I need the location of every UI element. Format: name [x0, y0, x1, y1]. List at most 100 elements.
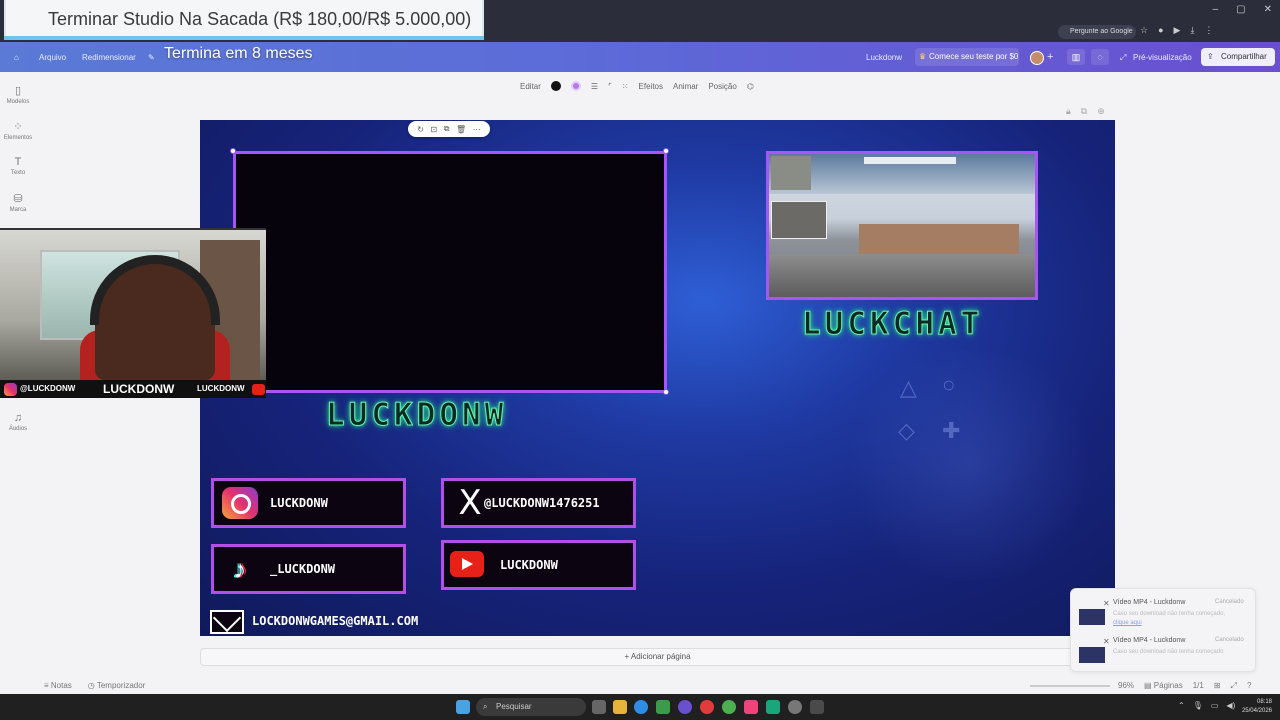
- taskbar-search[interactable]: ⌕ Pesquisar: [476, 698, 586, 716]
- rail-item-templates[interactable]: ▯ Modelos: [0, 84, 36, 105]
- trash-icon[interactable]: 🗑︎: [456, 125, 466, 134]
- app-icon[interactable]: [678, 700, 692, 714]
- goal-subtitle: Termina em 8 meses: [164, 45, 313, 62]
- menu-dots-icon[interactable]: ⋮: [1204, 25, 1213, 36]
- avatar[interactable]: [1030, 51, 1044, 65]
- webcam-ig-handle: @LUCKDONW: [20, 384, 76, 393]
- audio-icon: ♫: [13, 412, 23, 424]
- add-page-icon[interactable]: ⊕: [1097, 106, 1105, 117]
- notes-button[interactable]: ≡ Notas: [44, 681, 72, 690]
- instagram-card[interactable]: LUCKDONW: [211, 478, 406, 528]
- rail-item-elements[interactable]: ⁘ Elementos: [0, 120, 36, 141]
- add-collaborator-icon[interactable]: +: [1047, 51, 1053, 63]
- design-canvas[interactable]: △ ○ ◇ ✚ ↻ ⊡ ⧉ 🗑︎ ⋯ LUCKCHAT LUCKDONW LUC…: [200, 120, 1115, 636]
- retry-download-link[interactable]: clique aqui: [1113, 620, 1142, 626]
- maximize-icon[interactable]: ▢: [1236, 4, 1245, 15]
- streamer-name[interactable]: LUCKDONW: [325, 397, 507, 434]
- play-icon[interactable]: ▶: [1174, 25, 1181, 36]
- preview-button[interactable]: Pré-visualização: [1133, 53, 1192, 62]
- more-icon[interactable]: ⋯: [473, 125, 481, 134]
- rail-item-brand[interactable]: ⛁ Marca: [0, 192, 36, 213]
- animate-button[interactable]: Animar: [673, 82, 698, 91]
- home-icon[interactable]: ⌂: [14, 53, 19, 62]
- lock-icon[interactable]: ⊡: [431, 125, 438, 134]
- search-icon: ⌕: [483, 702, 488, 711]
- edit-pencil-icon[interactable]: ✎: [148, 53, 155, 62]
- extension-icon[interactable]: ●: [1158, 25, 1163, 36]
- resize-handle[interactable]: [663, 389, 669, 395]
- close-icon[interactable]: ✕: [1264, 4, 1272, 15]
- x-card[interactable]: X @LUCKDONW1476251: [441, 478, 636, 528]
- timer-button[interactable]: ◷ Temporizador: [88, 681, 146, 690]
- opera-icon[interactable]: [700, 700, 714, 714]
- rail-item-audio[interactable]: ♫ Áudios: [0, 412, 36, 432]
- insights-icon[interactable]: ▥: [1067, 49, 1085, 65]
- diamond-icon: ◇: [898, 418, 915, 443]
- zoom-level[interactable]: 96%: [1118, 681, 1134, 691]
- network-icon[interactable]: ▭: [1211, 701, 1219, 710]
- file-explorer-icon[interactable]: [613, 700, 627, 714]
- project-name[interactable]: Luckdonw: [866, 53, 902, 62]
- rotate-icon[interactable]: ↻: [417, 125, 424, 134]
- effects-button[interactable]: Efeitos: [639, 82, 663, 91]
- chat-title[interactable]: LUCKCHAT: [801, 306, 983, 343]
- music-icon[interactable]: [744, 700, 758, 714]
- corner-rounding-icon[interactable]: ⌜: [608, 82, 612, 91]
- volume-icon[interactable]: ◀): [1226, 701, 1235, 710]
- preview-icon[interactable]: ⤢: [1120, 53, 1126, 63]
- resize-handle[interactable]: [230, 148, 236, 154]
- tiktok-icon: ♪: [233, 554, 247, 584]
- zoom-slider[interactable]: [1030, 685, 1110, 687]
- pages-button[interactable]: ▤ Páginas: [1144, 681, 1183, 691]
- file-menu[interactable]: Arquivo: [39, 53, 66, 62]
- transparency-icon[interactable]: ⁙: [622, 82, 629, 91]
- resize-menu[interactable]: Redimensionar: [82, 53, 136, 62]
- share-button[interactable]: ⇪ Compartilhar: [1201, 48, 1275, 66]
- comment-icon[interactable]: ◌: [1091, 49, 1109, 65]
- close-icon[interactable]: ✕: [1103, 637, 1110, 646]
- close-icon[interactable]: ✕: [1103, 599, 1110, 608]
- resize-handle[interactable]: [663, 148, 669, 154]
- rail-item-text[interactable]: T Texto: [0, 156, 36, 176]
- border-style-icon[interactable]: ☰: [591, 82, 598, 91]
- copy-icon[interactable]: ⧉: [444, 124, 450, 134]
- task-view-icon[interactable]: [592, 700, 606, 714]
- start-icon[interactable]: [456, 700, 470, 714]
- webcam-name-bar: @LUCKDONW LUCKDONW LUCKDONW: [0, 380, 266, 398]
- download-status: Cancelado: [1215, 599, 1244, 605]
- edit-button[interactable]: Editar: [520, 82, 541, 91]
- position-button[interactable]: Posição: [708, 82, 736, 91]
- gameplay-preview-frame: [766, 151, 1038, 300]
- download-desc: Caso seu download não tenha começado: [1113, 649, 1224, 655]
- clock-time: 08:18: [1256, 699, 1272, 705]
- tiktok-card[interactable]: ♪ _LUCKDONW: [211, 544, 406, 594]
- color-swatch-black[interactable]: [550, 81, 561, 91]
- store-icon[interactable]: [656, 700, 670, 714]
- fullscreen-icon[interactable]: ⤢: [1231, 681, 1237, 691]
- edge-icon[interactable]: [634, 700, 648, 714]
- paint-format-icon[interactable]: ⌬: [747, 82, 754, 91]
- trial-button[interactable]: ♛ Comece seu teste por $0: [915, 48, 1019, 66]
- border-color-swatch[interactable]: [570, 81, 581, 91]
- settings-gear-icon[interactable]: [788, 700, 802, 714]
- bookmark-star-icon[interactable]: ☆: [1140, 25, 1148, 36]
- help-icon[interactable]: ?: [1247, 681, 1251, 691]
- app2-icon[interactable]: [766, 700, 780, 714]
- duplicate-page-icon[interactable]: ⧉: [1081, 106, 1087, 117]
- clock[interactable]: 08:18 25/04/2026: [1242, 698, 1272, 716]
- download-icon[interactable]: ⤓: [1190, 25, 1194, 36]
- minimize-icon[interactable]: –: [1213, 4, 1219, 15]
- text-icon: T: [14, 156, 22, 168]
- social-handle: LUCKDONW: [270, 496, 328, 510]
- grid-view-icon[interactable]: ⊞: [1214, 681, 1221, 691]
- add-page-button[interactable]: + Adicionar página: [200, 648, 1115, 666]
- chrome-icon[interactable]: [722, 700, 736, 714]
- youtube-card[interactable]: LUCKDONW: [441, 540, 636, 590]
- lock-icon[interactable]: 🔒︎: [1066, 106, 1071, 117]
- youtube-icon: [450, 551, 484, 577]
- chevron-up-icon[interactable]: ⌃: [1178, 701, 1185, 710]
- mic-icon[interactable]: 🎙︎: [1193, 701, 1203, 710]
- ask-google-button[interactable]: Pergunte ao Google: [1058, 25, 1136, 39]
- camera-frame[interactable]: [233, 151, 667, 393]
- obs-icon[interactable]: [810, 700, 824, 714]
